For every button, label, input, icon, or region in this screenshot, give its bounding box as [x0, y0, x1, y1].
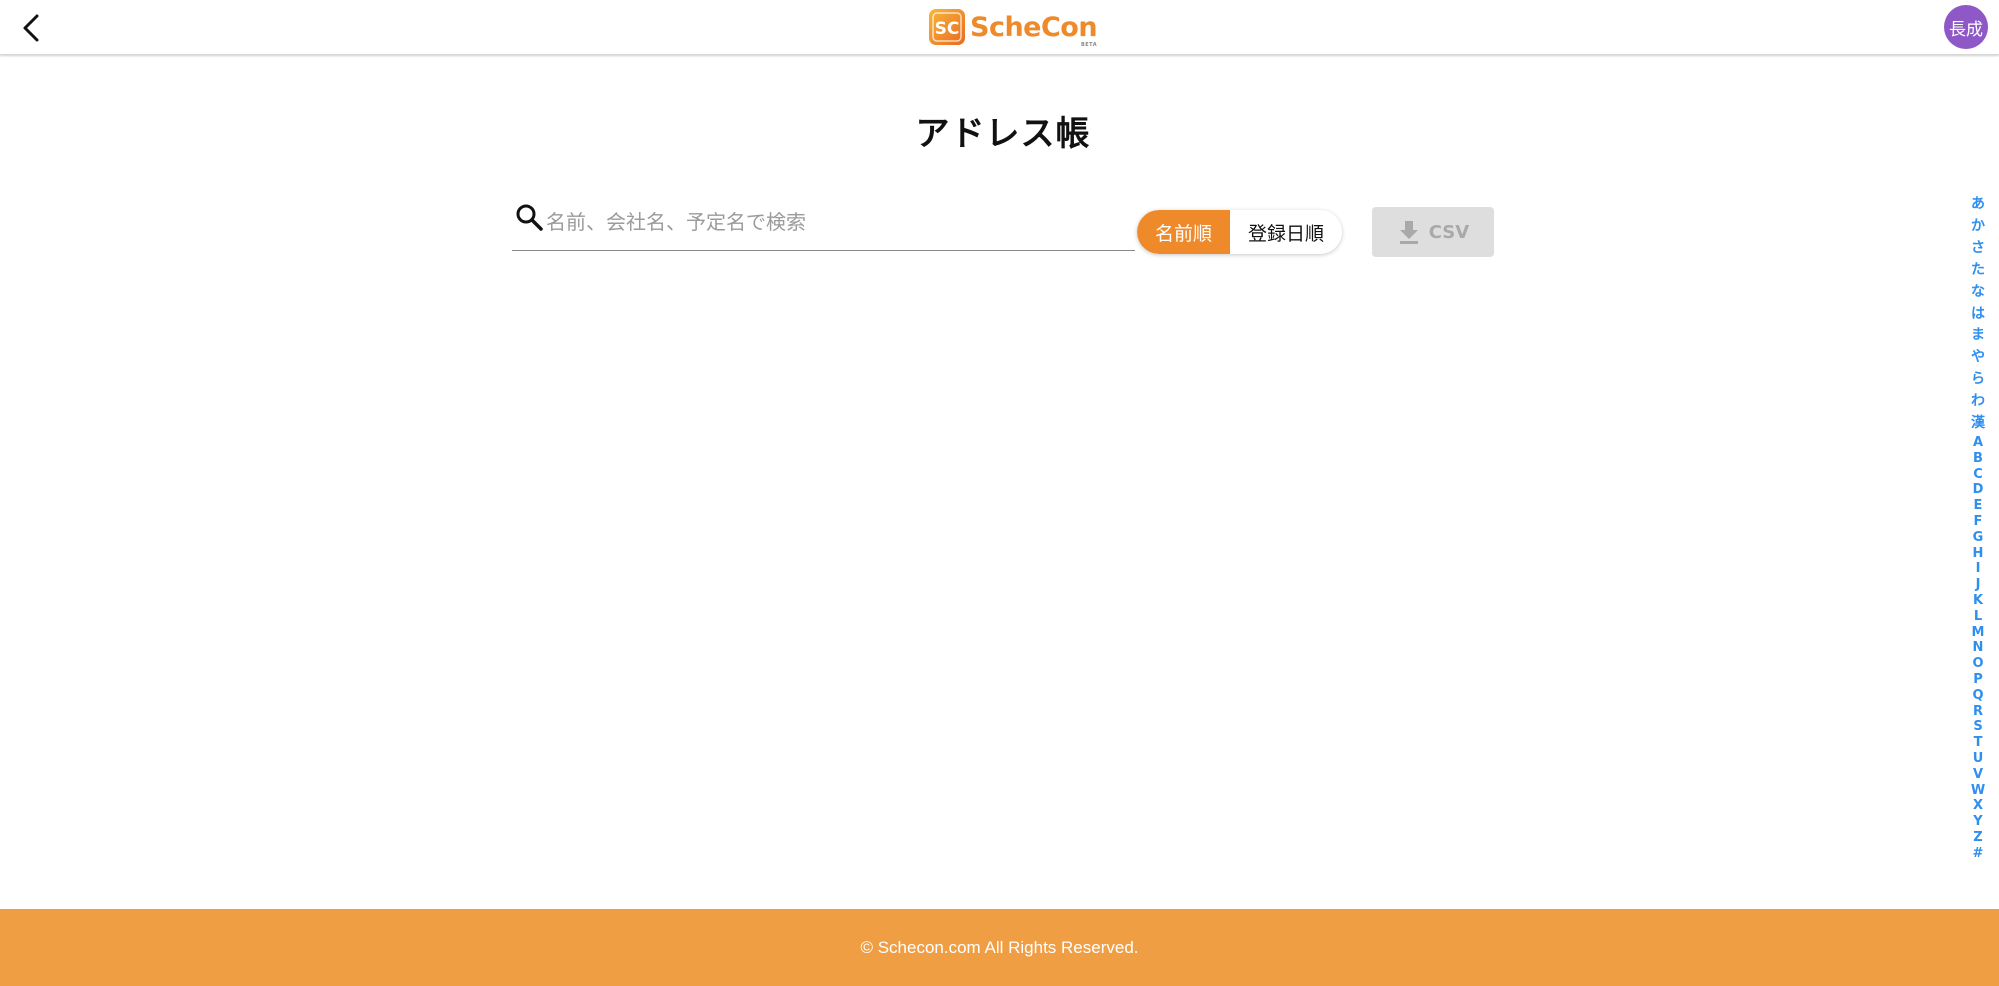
- index-item[interactable]: L: [1974, 609, 1982, 625]
- index-item[interactable]: R: [1973, 704, 1983, 720]
- index-item[interactable]: S: [1973, 719, 1982, 735]
- index-item[interactable]: D: [1973, 482, 1984, 498]
- index-item[interactable]: V: [1973, 767, 1983, 783]
- index-item[interactable]: た: [1971, 260, 1985, 282]
- index-item[interactable]: O: [1972, 656, 1983, 672]
- index-item[interactable]: は: [1971, 304, 1985, 326]
- index-item[interactable]: F: [1974, 514, 1983, 530]
- index-item[interactable]: A: [1973, 435, 1983, 451]
- index-item[interactable]: Y: [1973, 814, 1982, 830]
- index-item[interactable]: B: [1973, 451, 1983, 467]
- back-button[interactable]: [12, 8, 52, 48]
- logo-text: ScheCon BETA: [970, 11, 1098, 48]
- app-bar: SC ScheCon BETA 長成: [0, 0, 1999, 55]
- index-item[interactable]: #: [1973, 846, 1984, 862]
- csv-download-button[interactable]: CSV: [1372, 207, 1494, 257]
- index-item[interactable]: ま: [1971, 325, 1985, 347]
- logo-beta-badge: BETA: [1080, 41, 1098, 48]
- index-item[interactable]: わ: [1971, 391, 1985, 413]
- index-item[interactable]: U: [1973, 751, 1984, 767]
- search-input[interactable]: [546, 204, 1131, 240]
- search-field[interactable]: [512, 198, 1135, 251]
- chevron-left-icon: [23, 14, 39, 42]
- index-item[interactable]: H: [1973, 546, 1984, 562]
- index-item[interactable]: 漢: [1971, 413, 1985, 435]
- index-bar: あかさたなはまやらわ漢 A B C D E F G H I J K L M N O P Q R S T U V W X Y Z #: [1964, 194, 1992, 861]
- page-title: アドレス帳: [915, 114, 1091, 154]
- index-item[interactable]: I: [1976, 561, 1981, 577]
- index-item[interactable]: な: [1971, 282, 1985, 304]
- index-item[interactable]: ら: [1971, 369, 1985, 391]
- index-item[interactable]: N: [1973, 640, 1984, 656]
- index-item[interactable]: P: [1973, 672, 1983, 688]
- index-item[interactable]: か: [1971, 216, 1985, 238]
- copyright-text: © Schecon.com All Rights Reserved.: [860, 937, 1139, 957]
- index-item[interactable]: G: [1973, 530, 1984, 546]
- sort-by-name-button[interactable]: 名前順: [1137, 210, 1231, 254]
- sort-by-date-button[interactable]: 登録日順: [1230, 210, 1343, 254]
- index-item[interactable]: T: [1974, 735, 1983, 751]
- logo-text-label: ScheCon: [970, 11, 1098, 43]
- index-item[interactable]: C: [1973, 467, 1983, 483]
- download-icon: [1399, 221, 1418, 244]
- sort-toggle: 名前順 登録日順: [1137, 210, 1343, 254]
- footer: © Schecon.com All Rights Reserved.: [0, 909, 1999, 986]
- schecon-logo[interactable]: SC ScheCon BETA: [928, 7, 1098, 48]
- index-item[interactable]: さ: [1971, 238, 1985, 260]
- index-item[interactable]: や: [1971, 347, 1985, 369]
- logo-mark-text: SC: [935, 19, 960, 39]
- user-avatar[interactable]: 長成: [1944, 5, 1988, 49]
- index-item[interactable]: Q: [1972, 688, 1983, 704]
- csv-label: CSV: [1428, 221, 1470, 243]
- index-item[interactable]: Z: [1973, 830, 1982, 846]
- index-item[interactable]: K: [1973, 593, 1983, 609]
- index-item[interactable]: W: [1971, 783, 1985, 799]
- index-item[interactable]: X: [1973, 798, 1983, 814]
- index-item[interactable]: あ: [1971, 194, 1985, 216]
- logo-mark: SC: [928, 8, 966, 46]
- index-item[interactable]: E: [1974, 498, 1983, 514]
- index-item[interactable]: M: [1972, 625, 1985, 641]
- search-icon: [516, 204, 543, 231]
- index-item[interactable]: J: [1976, 577, 1981, 593]
